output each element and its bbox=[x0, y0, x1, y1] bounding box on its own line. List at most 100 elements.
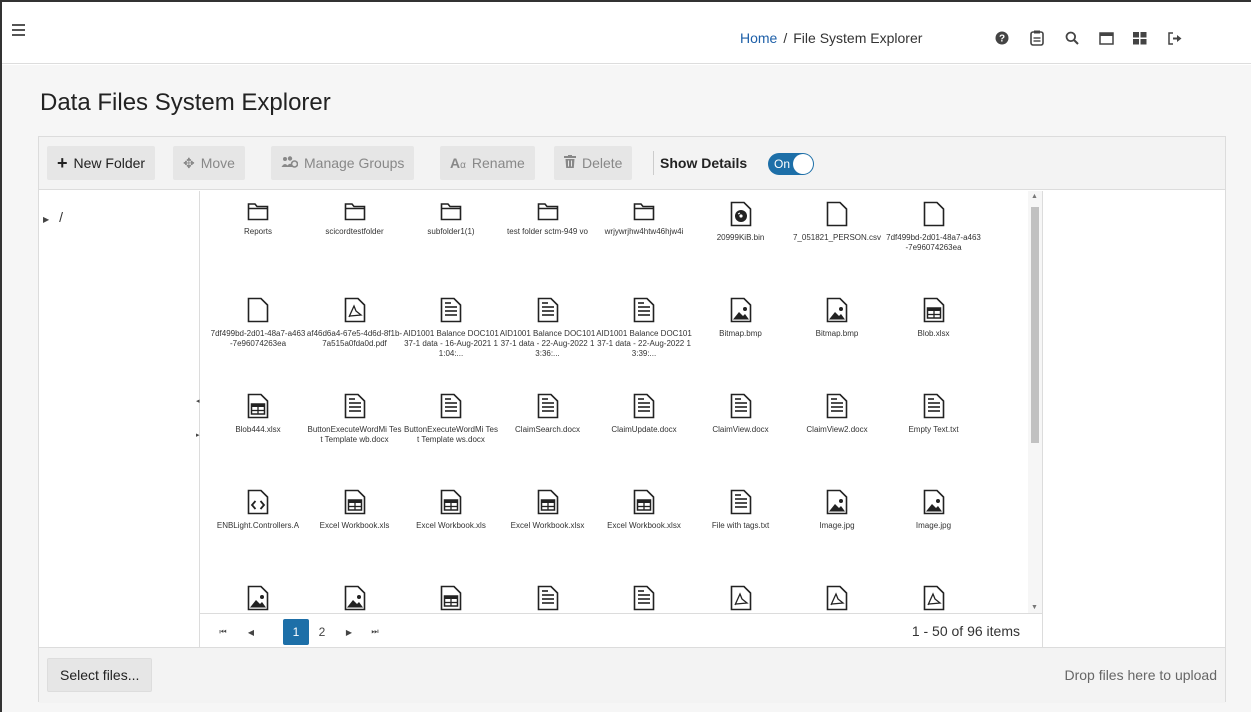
help-icon[interactable]: ? bbox=[994, 30, 1010, 46]
breadcrumb-home-link[interactable]: Home bbox=[740, 30, 777, 46]
file-item[interactable]: Image.jpg bbox=[886, 489, 982, 531]
file-item[interactable] bbox=[307, 585, 403, 613]
window-icon[interactable] bbox=[1098, 30, 1114, 46]
file-item[interactable]: ClaimView2.docx bbox=[789, 393, 885, 435]
doc-icon bbox=[693, 489, 789, 515]
file-name: Excel Workbook.xls bbox=[319, 521, 390, 530]
file-name: ClaimView.docx bbox=[712, 425, 769, 434]
file-item[interactable]: af46d6a4-67e5-4d6d-8f1b-7a515a0fda0d.pdf bbox=[307, 297, 403, 349]
logout-icon[interactable] bbox=[1167, 30, 1183, 46]
last-page-button[interactable]: ⏭ bbox=[362, 619, 388, 645]
file-item[interactable]: ClaimView.docx bbox=[693, 393, 789, 435]
trash-icon bbox=[564, 155, 576, 171]
expand-left-icon[interactable]: ▸ bbox=[196, 431, 200, 439]
toolbar-separator bbox=[653, 151, 654, 175]
file-item[interactable]: Excel Workbook.xlsx bbox=[596, 489, 692, 531]
file-item[interactable]: Excel Workbook.xls bbox=[307, 489, 403, 531]
next-page-button[interactable]: ▶ bbox=[336, 619, 362, 645]
file-item[interactable] bbox=[693, 585, 789, 613]
image-icon bbox=[789, 489, 885, 515]
file-item[interactable]: ClaimUpdate.docx bbox=[596, 393, 692, 435]
file-name: wrjywrjhw4htw46hjw4i bbox=[604, 227, 684, 236]
file-item[interactable]: ClaimSearch.docx bbox=[500, 393, 596, 435]
image-icon bbox=[789, 297, 885, 323]
folder-item[interactable]: scicordtestfolder bbox=[307, 201, 403, 237]
rename-icon: Aα bbox=[450, 155, 466, 171]
pdf-icon bbox=[307, 297, 403, 323]
file-icon bbox=[886, 201, 982, 227]
folder-item[interactable]: Reports bbox=[210, 201, 306, 237]
doc-icon bbox=[403, 297, 499, 323]
file-item[interactable]: 7df499bd-2d01-48a7-a463-7e96074263ea bbox=[210, 297, 306, 349]
file-name: Image.jpg bbox=[915, 521, 952, 530]
file-item[interactable]: File with tags.txt bbox=[693, 489, 789, 531]
file-icon bbox=[210, 297, 306, 323]
sheet-icon bbox=[307, 489, 403, 515]
file-item[interactable]: AID1001 Balance DOC10137-1 data - 22-Aug… bbox=[500, 297, 596, 359]
file-item[interactable]: AID1001 Balance DOC10137-1 data - 16-Aug… bbox=[403, 297, 499, 359]
doc-icon bbox=[886, 393, 982, 419]
delete-label: Delete bbox=[582, 155, 623, 171]
file-item[interactable]: Excel Workbook.xls bbox=[403, 489, 499, 531]
page-2-button[interactable]: 2 bbox=[309, 619, 335, 645]
file-item[interactable]: 20999KiB.bin bbox=[693, 201, 789, 243]
file-item[interactable] bbox=[210, 585, 306, 613]
scroll-thumb[interactable] bbox=[1031, 207, 1039, 443]
doc-icon bbox=[596, 585, 692, 611]
file-item[interactable]: Bitmap.bmp bbox=[693, 297, 789, 339]
file-item[interactable]: 7df499bd-2d01-48a7-a463-7e96074263ea bbox=[886, 201, 982, 253]
rename-button[interactable]: Aα Rename bbox=[440, 146, 535, 180]
pdf-icon bbox=[886, 585, 982, 611]
file-item[interactable]: Blob444.xlsx bbox=[210, 393, 306, 435]
scroll-up-icon[interactable]: ▲ bbox=[1031, 193, 1038, 200]
file-item[interactable]: 7_051821_PERSON.csv bbox=[789, 201, 885, 243]
id-card-icon[interactable] bbox=[1029, 30, 1045, 46]
folder-item[interactable]: wrjywrjhw4htw46hjw4i bbox=[596, 201, 692, 237]
upload-bar: Select files... Drop files here to uploa… bbox=[39, 647, 1225, 703]
file-item[interactable]: Bitmap.bmp bbox=[789, 297, 885, 339]
first-page-button[interactable]: ⏮ bbox=[210, 619, 236, 645]
file-item[interactable] bbox=[789, 585, 885, 613]
file-item[interactable] bbox=[403, 585, 499, 613]
file-item[interactable] bbox=[886, 585, 982, 613]
show-details-toggle[interactable]: On bbox=[768, 153, 814, 175]
folder-item[interactable]: subfolder1(1) bbox=[403, 201, 499, 237]
search-icon[interactable] bbox=[1064, 30, 1080, 46]
prev-page-button[interactable]: ◀ bbox=[238, 619, 264, 645]
file-name: ENBLight.Controllers.A bbox=[216, 521, 300, 530]
file-item[interactable]: ButtonExecuteWordMi Test Template ws.doc… bbox=[403, 393, 499, 445]
file-item[interactable]: AID1001 Balance DOC10137-1 data - 22-Aug… bbox=[596, 297, 692, 359]
folder-item[interactable]: test folder sctm-949 vo bbox=[500, 201, 596, 237]
file-item[interactable]: Empty Text.txt bbox=[886, 393, 982, 435]
scroll-down-icon[interactable]: ▼ bbox=[1031, 604, 1038, 611]
sheet-icon bbox=[886, 297, 982, 323]
manage-groups-button[interactable]: Manage Groups bbox=[271, 146, 415, 180]
tree-root-node[interactable]: ▶ / bbox=[43, 209, 63, 225]
top-bar: Home / File System Explorer ? bbox=[2, 2, 1251, 64]
files-scrollbar[interactable]: ▲ ▼ bbox=[1028, 191, 1042, 613]
file-item[interactable] bbox=[500, 585, 596, 613]
file-item[interactable]: ENBLight.Controllers.A bbox=[210, 489, 306, 531]
file-item[interactable]: Blob.xlsx bbox=[886, 297, 982, 339]
hamburger-menu-icon[interactable] bbox=[12, 24, 25, 36]
file-item[interactable]: Image.jpg bbox=[789, 489, 885, 531]
toggle-on-label: On bbox=[774, 157, 791, 171]
pdf-icon bbox=[789, 585, 885, 611]
doc-icon bbox=[307, 393, 403, 419]
file-item[interactable]: ButtonExecuteWordMi Test Template wb.doc… bbox=[307, 393, 403, 445]
delete-button[interactable]: Delete bbox=[554, 146, 633, 180]
file-name: 7df499bd-2d01-48a7-a463-7e96074263ea bbox=[210, 329, 306, 348]
file-name: Blob444.xlsx bbox=[235, 425, 281, 434]
collapse-left-icon[interactable]: ◂ bbox=[196, 397, 200, 405]
file-item[interactable]: Excel Workbook.xlsx bbox=[500, 489, 596, 531]
expand-arrow-icon[interactable]: ▶ bbox=[43, 215, 49, 224]
file-item[interactable] bbox=[596, 585, 692, 613]
grid-icon[interactable] bbox=[1132, 30, 1148, 46]
page-1-button[interactable]: 1 bbox=[283, 619, 309, 645]
new-folder-button[interactable]: + New Folder bbox=[47, 146, 156, 180]
file-explorer: + New Folder ✥ Move Manage Groups Aα Rename… bbox=[38, 136, 1226, 703]
select-files-button[interactable]: Select files... bbox=[47, 658, 153, 692]
file-name: scicordtestfolder bbox=[325, 227, 384, 236]
move-button[interactable]: ✥ Move bbox=[173, 146, 245, 180]
file-name: AID1001 Balance DOC10137-1 data - 22-Aug… bbox=[596, 329, 692, 358]
